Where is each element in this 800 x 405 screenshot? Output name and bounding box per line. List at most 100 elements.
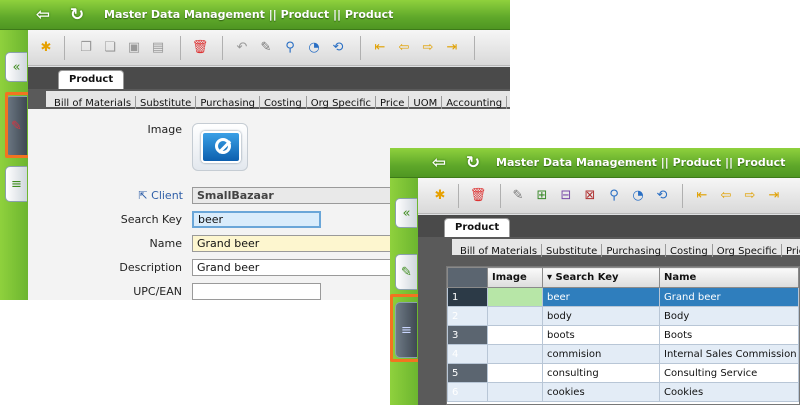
next-record-icon[interactable]: ⇨: [418, 38, 438, 58]
delete-icon[interactable]: 🗑: [190, 38, 210, 58]
image-cell[interactable]: [487, 287, 543, 307]
refresh-record-icon[interactable]: ⟲: [652, 186, 672, 206]
row-number[interactable]: 1: [447, 287, 488, 307]
export-excel-icon[interactable]: ⊞: [532, 186, 552, 206]
attachment-icon[interactable]: ✎: [508, 186, 528, 206]
row-number[interactable]: 5: [447, 363, 488, 383]
image-cell[interactable]: [487, 344, 543, 364]
previous-record-icon[interactable]: ⇦: [716, 186, 736, 206]
copy-icon[interactable]: ❐: [76, 38, 96, 58]
subtab-price[interactable]: Price: [376, 96, 410, 109]
subtab-costing[interactable]: Costing: [260, 96, 307, 109]
tab-product[interactable]: Product: [444, 218, 511, 237]
search-key-cell[interactable]: commision: [542, 344, 660, 364]
next-record-icon[interactable]: ⇨: [740, 186, 760, 206]
first-record-icon[interactable]: ⇤: [370, 38, 390, 58]
upc-ean-field[interactable]: [192, 283, 321, 300]
history-icon[interactable]: ◔: [304, 38, 324, 58]
subtab-org-specific[interactable]: Org Specific: [307, 96, 377, 109]
refresh-icon[interactable]: ↻: [66, 4, 88, 26]
subtab-substitute[interactable]: Substitute: [136, 96, 197, 109]
row-number[interactable]: 6: [447, 382, 488, 402]
save-new-icon[interactable]: ▤: [148, 38, 168, 58]
column-header-image[interactable]: Image: [487, 267, 543, 288]
collapse-panel-button[interactable]: «: [5, 52, 27, 82]
client-label[interactable]: ⇱ Client: [73, 189, 183, 202]
main-content: ✱ 🗑 ✎ ⊞ ⊟ ⊠ ⚲ ◔ ⟲ ⇤ ⇦ ⇨ ⇥ Product Bill o…: [418, 178, 800, 405]
toolbar: ✱ 🗑 ✎ ⊞ ⊟ ⊠ ⚲ ◔ ⟲ ⇤ ⇦ ⇨ ⇥: [418, 178, 800, 214]
back-arrow-icon[interactable]: ⇦: [32, 4, 54, 26]
export-sheet-icon[interactable]: ⊟: [556, 186, 576, 206]
table-row[interactable]: 2 body Body: [447, 306, 799, 326]
subtab-purchasing[interactable]: Purchasing: [196, 96, 261, 109]
first-record-icon[interactable]: ⇤: [692, 186, 712, 206]
export-pdf-icon[interactable]: ⊠: [580, 186, 600, 206]
name-cell[interactable]: Body: [659, 306, 799, 326]
subtab-org-specific[interactable]: Org Specific: [713, 244, 783, 257]
name-cell[interactable]: Internal Sales Commission: [659, 344, 799, 364]
search-key-cell[interactable]: beer: [542, 287, 660, 307]
history-icon[interactable]: ◔: [628, 186, 648, 206]
last-record-icon[interactable]: ⇥: [764, 186, 784, 206]
window-title: Master Data Management || Product || Pro…: [496, 156, 786, 169]
subtab-accounting[interactable]: Accounting: [442, 96, 508, 109]
new-record-icon[interactable]: ✱: [430, 186, 450, 206]
column-header-search-key[interactable]: ▾ Search Key: [542, 267, 660, 288]
table-row[interactable]: 3 boots Boots: [447, 325, 799, 345]
image-cell[interactable]: [487, 325, 543, 345]
title-bar: ⇦ ↻ Master Data Management || Product ||…: [0, 0, 510, 30]
search-key-cell[interactable]: body: [542, 306, 660, 326]
image-cell[interactable]: [487, 363, 543, 383]
last-record-icon[interactable]: ⇥: [442, 38, 462, 58]
toolbar-separator: [500, 184, 501, 208]
image-label: Image: [147, 123, 182, 136]
subtab-substitute[interactable]: Substitute: [542, 244, 603, 257]
search-icon[interactable]: ⚲: [280, 38, 300, 58]
image-cell[interactable]: [487, 306, 543, 326]
subtab-uom[interactable]: UOM: [409, 96, 443, 109]
search-key-cell[interactable]: boots: [542, 325, 660, 345]
subtab-price[interactable]: Price: [782, 244, 800, 257]
row-number[interactable]: 3: [447, 325, 488, 345]
table-row[interactable]: 4 commision Internal Sales Commission: [447, 344, 799, 364]
subtab-bar: Bill of Materials Substitute Purchasing Cos…: [418, 237, 800, 257]
paste-icon[interactable]: ❏: [100, 38, 120, 58]
search-key-cell[interactable]: consulting: [542, 363, 660, 383]
row-number[interactable]: 2: [447, 306, 488, 326]
link-arrow-icon: ⇱: [138, 189, 152, 202]
image-field[interactable]: [192, 123, 248, 171]
name-cell[interactable]: Grand beer: [659, 287, 799, 307]
image-cell[interactable]: [487, 382, 543, 402]
subtab-purchasing[interactable]: Purchasing: [602, 244, 667, 257]
back-arrow-icon[interactable]: ⇦: [428, 152, 450, 174]
subtab-costing[interactable]: Costing: [666, 244, 713, 257]
search-icon[interactable]: ⚲: [604, 186, 624, 206]
undo-icon[interactable]: ↶: [232, 38, 252, 58]
previous-record-icon[interactable]: ⇦: [394, 38, 414, 58]
name-cell[interactable]: Cookies: [659, 382, 799, 402]
attachment-icon[interactable]: ✎: [256, 38, 276, 58]
table-row[interactable]: 5 consulting Consulting Service: [447, 363, 799, 383]
window-title: Master Data Management || Product || Pro…: [104, 8, 394, 21]
search-key-cell[interactable]: cookies: [542, 382, 660, 402]
grid-view-icon[interactable]: ≡: [5, 166, 27, 202]
tab-product[interactable]: Product: [58, 70, 125, 89]
column-header-name[interactable]: Name: [659, 267, 799, 288]
new-record-icon[interactable]: ✱: [36, 38, 56, 58]
subtab-bill-of-materials[interactable]: Bill of Materials: [456, 244, 543, 257]
refresh-icon[interactable]: ↻: [462, 152, 484, 174]
table-row[interactable]: 1 beer Grand beer: [447, 287, 799, 307]
name-cell[interactable]: Boots: [659, 325, 799, 345]
save-icon[interactable]: ▣: [124, 38, 144, 58]
delete-icon[interactable]: 🗑: [468, 186, 488, 206]
collapse-panel-button[interactable]: «: [395, 198, 417, 228]
name-cell[interactable]: Consulting Service: [659, 363, 799, 383]
row-number[interactable]: 4: [447, 344, 488, 364]
row-number-header: [447, 267, 488, 288]
search-key-field[interactable]: beer: [192, 211, 321, 228]
refresh-record-icon[interactable]: ⟲: [328, 38, 348, 58]
table-row[interactable]: 6 cookies Cookies: [447, 382, 799, 402]
product-picture: [201, 131, 241, 163]
subtab-bill-of-materials[interactable]: Bill of Materials: [50, 96, 137, 109]
form-view-pencil-icon[interactable]: ✎: [395, 254, 417, 290]
